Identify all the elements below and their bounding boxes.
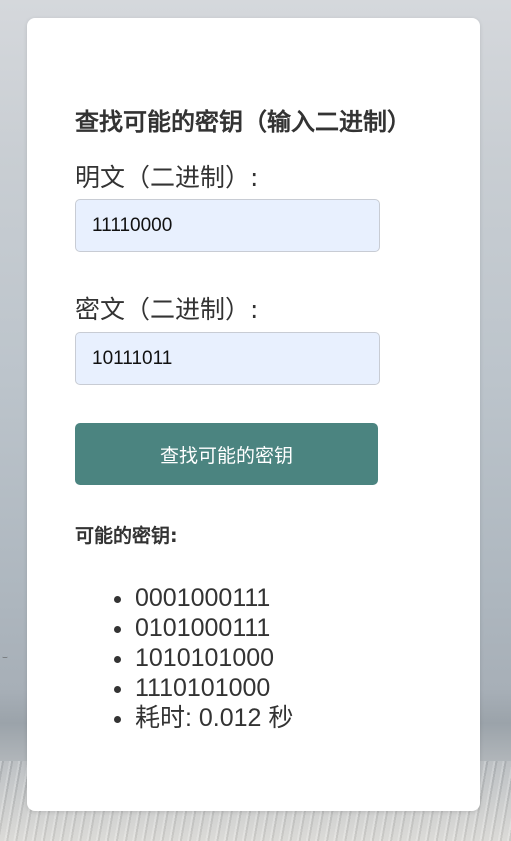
list-item: 1110101000 bbox=[135, 673, 293, 703]
plaintext-label: 明文（二进制）: bbox=[75, 163, 259, 192]
page-title: 查找可能的密钥（输入二进制） bbox=[75, 108, 411, 136]
ciphertext-input[interactable] bbox=[75, 332, 380, 385]
results-heading: 可能的密钥: bbox=[75, 525, 178, 547]
list-item: 0001000111 bbox=[135, 583, 293, 613]
ciphertext-label: 密文（二进制）: bbox=[75, 295, 259, 324]
list-item: 0101000111 bbox=[135, 613, 293, 643]
key-search-card: 查找可能的密钥（输入二进制） 明文（二进制）: 密文（二进制）: 查找可能的密钥… bbox=[27, 18, 480, 811]
elapsed-time: 耗时: 0.012 秒 bbox=[135, 703, 293, 733]
bird-icon: ⌣ bbox=[2, 653, 8, 663]
results-list: 0001000111 0101000111 1010101000 1110101… bbox=[111, 583, 293, 733]
plaintext-input[interactable] bbox=[75, 199, 380, 252]
list-item: 1010101000 bbox=[135, 643, 293, 673]
find-keys-button[interactable]: 查找可能的密钥 bbox=[75, 423, 378, 485]
